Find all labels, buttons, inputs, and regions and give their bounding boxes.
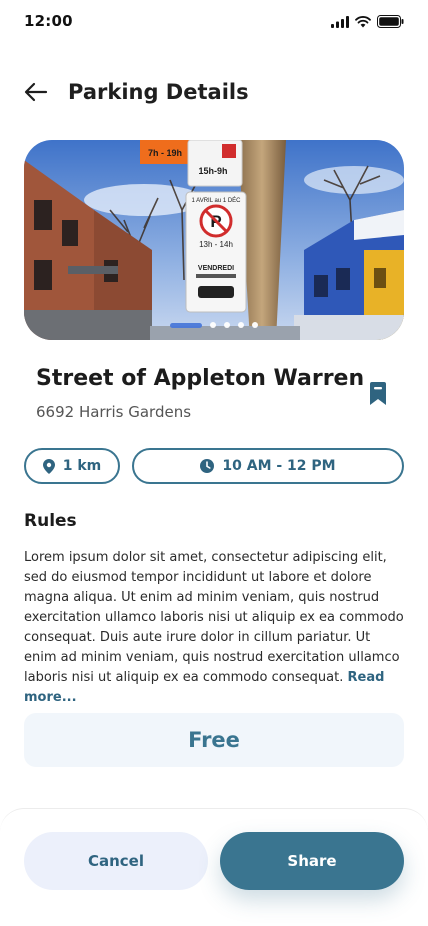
wifi-icon bbox=[355, 15, 371, 27]
sign-text-day: VENDREDI bbox=[198, 265, 234, 272]
status-time: 12:00 bbox=[24, 12, 73, 30]
cancel-button[interactable]: Cancel bbox=[24, 832, 208, 890]
hours-chip: 10 AM - 12 PM bbox=[132, 448, 404, 484]
carousel-dot-3[interactable] bbox=[224, 322, 230, 328]
status-icons bbox=[331, 15, 404, 28]
bookmark-button[interactable] bbox=[364, 380, 392, 408]
location-pin-icon bbox=[42, 458, 55, 474]
share-button-label: Share bbox=[287, 852, 337, 870]
rules-heading: Rules bbox=[24, 511, 77, 531]
sign-text-hours-2: 15h-9h bbox=[198, 166, 227, 176]
rules-body: Lorem ipsum dolor sit amet, consectetur … bbox=[24, 550, 404, 685]
price-box: Free bbox=[24, 713, 404, 767]
street-photo: 7h - 19h 15h-9h 1 AVRIL au 1 DÉC P 13h -… bbox=[24, 140, 404, 340]
back-button[interactable] bbox=[24, 78, 52, 106]
carousel-dots bbox=[24, 322, 404, 328]
carousel-dot-4[interactable] bbox=[238, 322, 244, 328]
battery-icon bbox=[377, 15, 404, 28]
rules-text: Lorem ipsum dolor sit amet, consectetur … bbox=[24, 548, 404, 708]
distance-chip: 1 km bbox=[24, 448, 120, 484]
parking-photo-carousel[interactable]: 7h - 19h 15h-9h 1 AVRIL au 1 DÉC P 13h -… bbox=[24, 140, 404, 340]
page-title: Parking Details bbox=[68, 80, 249, 104]
carousel-dot-5[interactable] bbox=[252, 322, 258, 328]
clock-icon bbox=[200, 459, 215, 473]
signal-icon bbox=[331, 15, 349, 28]
header: Parking Details bbox=[24, 72, 404, 112]
sign-text-hours-3: 13h - 14h bbox=[199, 240, 233, 249]
cancel-button-label: Cancel bbox=[87, 852, 144, 870]
distance-text: 1 km bbox=[62, 458, 102, 474]
back-arrow-icon bbox=[24, 82, 48, 102]
share-button[interactable]: Share bbox=[220, 832, 404, 890]
sign-text-hours-1: 7h - 19h bbox=[148, 148, 182, 158]
bookmark-icon bbox=[370, 382, 386, 405]
carousel-dot-2[interactable] bbox=[210, 322, 216, 328]
price-label: Free bbox=[188, 728, 240, 752]
hours-text: 10 AM - 12 PM bbox=[222, 458, 336, 474]
place-address: 6692 Harris Gardens bbox=[36, 403, 192, 421]
status-bar: 12:00 bbox=[0, 0, 428, 44]
carousel-dot-1[interactable] bbox=[170, 322, 202, 328]
sign-text-season: 1 AVRIL au 1 DÉC bbox=[191, 197, 241, 204]
place-name: Street of Appleton Warren bbox=[36, 366, 365, 391]
